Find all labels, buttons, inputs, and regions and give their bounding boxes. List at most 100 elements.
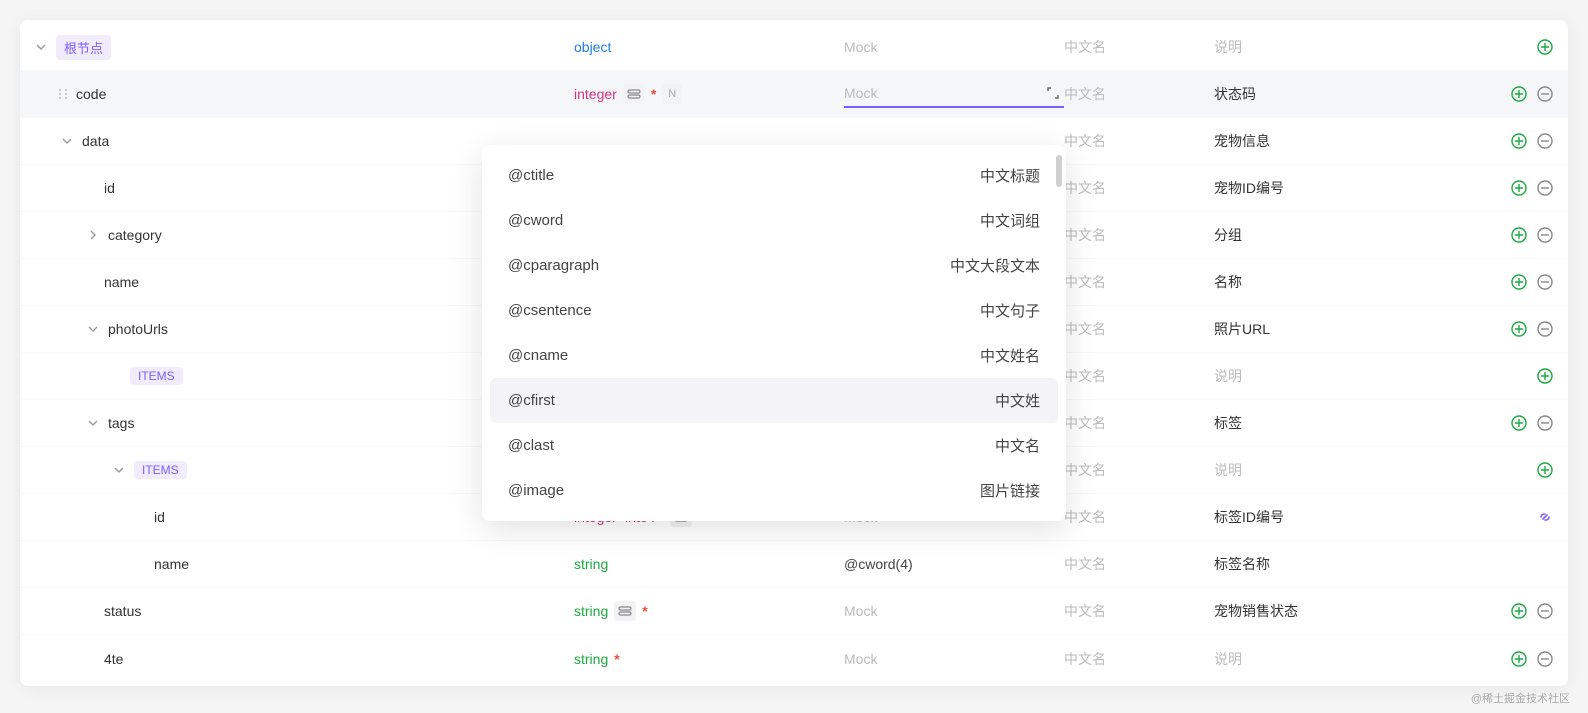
mock-placeholder[interactable]: Mock bbox=[844, 651, 1064, 667]
add-icon[interactable] bbox=[1510, 85, 1528, 103]
required-icon: * bbox=[614, 651, 619, 667]
field-name[interactable]: category bbox=[108, 227, 162, 243]
row-4te: 4te string * Mock 中文名 说明 bbox=[20, 635, 1568, 682]
link-icon[interactable] bbox=[1536, 508, 1554, 526]
desc-text[interactable]: 标签名称 bbox=[1214, 554, 1492, 574]
cn-placeholder[interactable]: 中文名 bbox=[1064, 554, 1214, 574]
remove-icon[interactable] bbox=[1536, 602, 1554, 620]
desc-text[interactable]: 标签 bbox=[1214, 413, 1492, 433]
field-name[interactable]: 4te bbox=[104, 651, 123, 667]
remove-icon[interactable] bbox=[1536, 320, 1554, 338]
cn-placeholder[interactable]: 中文名 bbox=[1064, 601, 1214, 621]
desc-placeholder[interactable]: 说明 bbox=[1214, 649, 1492, 669]
row-status: status string * Mock 中文名 宠物销售状态 bbox=[20, 588, 1568, 635]
add-icon[interactable] bbox=[1510, 132, 1528, 150]
mock-placeholder[interactable]: Mock bbox=[844, 603, 1064, 619]
add-icon[interactable] bbox=[1510, 320, 1528, 338]
desc-text[interactable]: 宠物销售状态 bbox=[1214, 601, 1492, 621]
cn-placeholder[interactable]: 中文名 bbox=[1064, 319, 1214, 339]
type-label[interactable]: object bbox=[574, 39, 611, 55]
desc-placeholder[interactable]: 说明 bbox=[1214, 37, 1492, 57]
desc-text[interactable]: 宠物信息 bbox=[1214, 131, 1492, 151]
desc-placeholder[interactable]: 说明 bbox=[1214, 460, 1492, 480]
type-label[interactable]: string bbox=[574, 556, 608, 572]
cn-placeholder[interactable]: 中文名 bbox=[1064, 84, 1214, 104]
cn-placeholder[interactable]: 中文名 bbox=[1064, 413, 1214, 433]
desc-text[interactable]: 宠物ID编号 bbox=[1214, 178, 1492, 198]
field-name[interactable]: id bbox=[104, 180, 115, 196]
add-icon[interactable] bbox=[1510, 602, 1528, 620]
cn-placeholder[interactable]: 中文名 bbox=[1064, 460, 1214, 480]
dropdown-item[interactable]: @cname中文姓名 bbox=[490, 333, 1058, 378]
nullable-badge[interactable]: N bbox=[662, 84, 682, 104]
remove-icon[interactable] bbox=[1536, 414, 1554, 432]
cn-placeholder[interactable]: 中文名 bbox=[1064, 507, 1214, 527]
field-name[interactable]: tags bbox=[108, 415, 134, 431]
dropdown-item[interactable]: @cword中文词组 bbox=[490, 198, 1058, 243]
add-icon[interactable] bbox=[1536, 367, 1554, 385]
field-name[interactable]: photoUrls bbox=[108, 321, 168, 337]
field-name[interactable]: status bbox=[104, 603, 141, 619]
cn-placeholder[interactable]: 中文名 bbox=[1064, 131, 1214, 151]
required-icon: * bbox=[651, 86, 656, 102]
desc-text[interactable]: 照片URL bbox=[1214, 319, 1492, 339]
expand-icon[interactable] bbox=[1042, 82, 1064, 104]
cn-placeholder[interactable]: 中文名 bbox=[1064, 37, 1214, 57]
desc-placeholder[interactable]: 说明 bbox=[1214, 366, 1492, 386]
remove-icon[interactable] bbox=[1536, 179, 1554, 197]
remove-icon[interactable] bbox=[1536, 85, 1554, 103]
remove-icon[interactable] bbox=[1536, 650, 1554, 668]
caret-right-icon[interactable] bbox=[86, 228, 100, 242]
caret-down-icon[interactable] bbox=[86, 416, 100, 430]
settings-icon[interactable] bbox=[623, 84, 645, 104]
desc-text[interactable]: 状态码 bbox=[1214, 84, 1492, 104]
caret-down-icon[interactable] bbox=[34, 40, 48, 54]
row-root: 根节点 object Mock 中文名 说明 bbox=[20, 24, 1568, 71]
caret-down-icon[interactable] bbox=[60, 134, 74, 148]
dropdown-item[interactable]: @clast中文名 bbox=[490, 423, 1058, 468]
cn-placeholder[interactable]: 中文名 bbox=[1064, 178, 1214, 198]
add-icon[interactable] bbox=[1536, 38, 1554, 56]
add-icon[interactable] bbox=[1510, 273, 1528, 291]
remove-icon[interactable] bbox=[1536, 273, 1554, 291]
type-label[interactable]: integer bbox=[574, 86, 617, 102]
settings-icon[interactable] bbox=[614, 601, 636, 621]
add-icon[interactable] bbox=[1510, 414, 1528, 432]
type-label[interactable]: string bbox=[574, 603, 608, 619]
remove-icon[interactable] bbox=[1536, 226, 1554, 244]
field-name[interactable]: data bbox=[82, 133, 109, 149]
field-name[interactable]: name bbox=[154, 556, 189, 572]
watermark: @稀土掘金技术社区 bbox=[1471, 690, 1570, 706]
remove-icon[interactable] bbox=[1536, 132, 1554, 150]
add-icon[interactable] bbox=[1510, 650, 1528, 668]
add-icon[interactable] bbox=[1536, 461, 1554, 479]
cn-placeholder[interactable]: 中文名 bbox=[1064, 649, 1214, 669]
cn-placeholder[interactable]: 中文名 bbox=[1064, 272, 1214, 292]
type-label[interactable]: string bbox=[574, 651, 608, 667]
mock-value[interactable]: @cword(4) bbox=[844, 556, 1064, 572]
desc-text[interactable]: 名称 bbox=[1214, 272, 1492, 292]
caret-down-icon[interactable] bbox=[112, 463, 126, 477]
mock-input[interactable] bbox=[844, 80, 1064, 108]
dropdown-item[interactable]: @csentence中文句子 bbox=[490, 288, 1058, 333]
root-badge: 根节点 bbox=[56, 35, 111, 60]
add-icon[interactable] bbox=[1510, 179, 1528, 197]
field-name[interactable]: id bbox=[154, 509, 165, 525]
field-name[interactable]: code bbox=[76, 86, 106, 102]
dropdown-item-highlighted[interactable]: @cfirst中文姓 bbox=[490, 378, 1058, 423]
mock-dropdown: @ctitle中文标题 @cword中文词组 @cparagraph中文大段文本… bbox=[482, 145, 1066, 521]
cn-placeholder[interactable]: 中文名 bbox=[1064, 225, 1214, 245]
mock-placeholder[interactable]: Mock bbox=[844, 39, 1064, 55]
scrollbar[interactable] bbox=[1056, 155, 1062, 187]
dropdown-item[interactable]: @cparagraph中文大段文本 bbox=[490, 243, 1058, 288]
desc-text[interactable]: 分组 bbox=[1214, 225, 1492, 245]
add-icon[interactable] bbox=[1510, 226, 1528, 244]
desc-text[interactable]: 标签ID编号 bbox=[1214, 507, 1492, 527]
dropdown-item[interactable]: @image图片链接 bbox=[490, 468, 1058, 513]
dropdown-item[interactable]: @ctitle中文标题 bbox=[490, 153, 1058, 198]
field-name[interactable]: name bbox=[104, 274, 139, 290]
caret-down-icon[interactable] bbox=[86, 322, 100, 336]
cn-placeholder[interactable]: 中文名 bbox=[1064, 366, 1214, 386]
drag-handle-icon[interactable] bbox=[56, 88, 70, 100]
required-icon: * bbox=[642, 603, 647, 619]
